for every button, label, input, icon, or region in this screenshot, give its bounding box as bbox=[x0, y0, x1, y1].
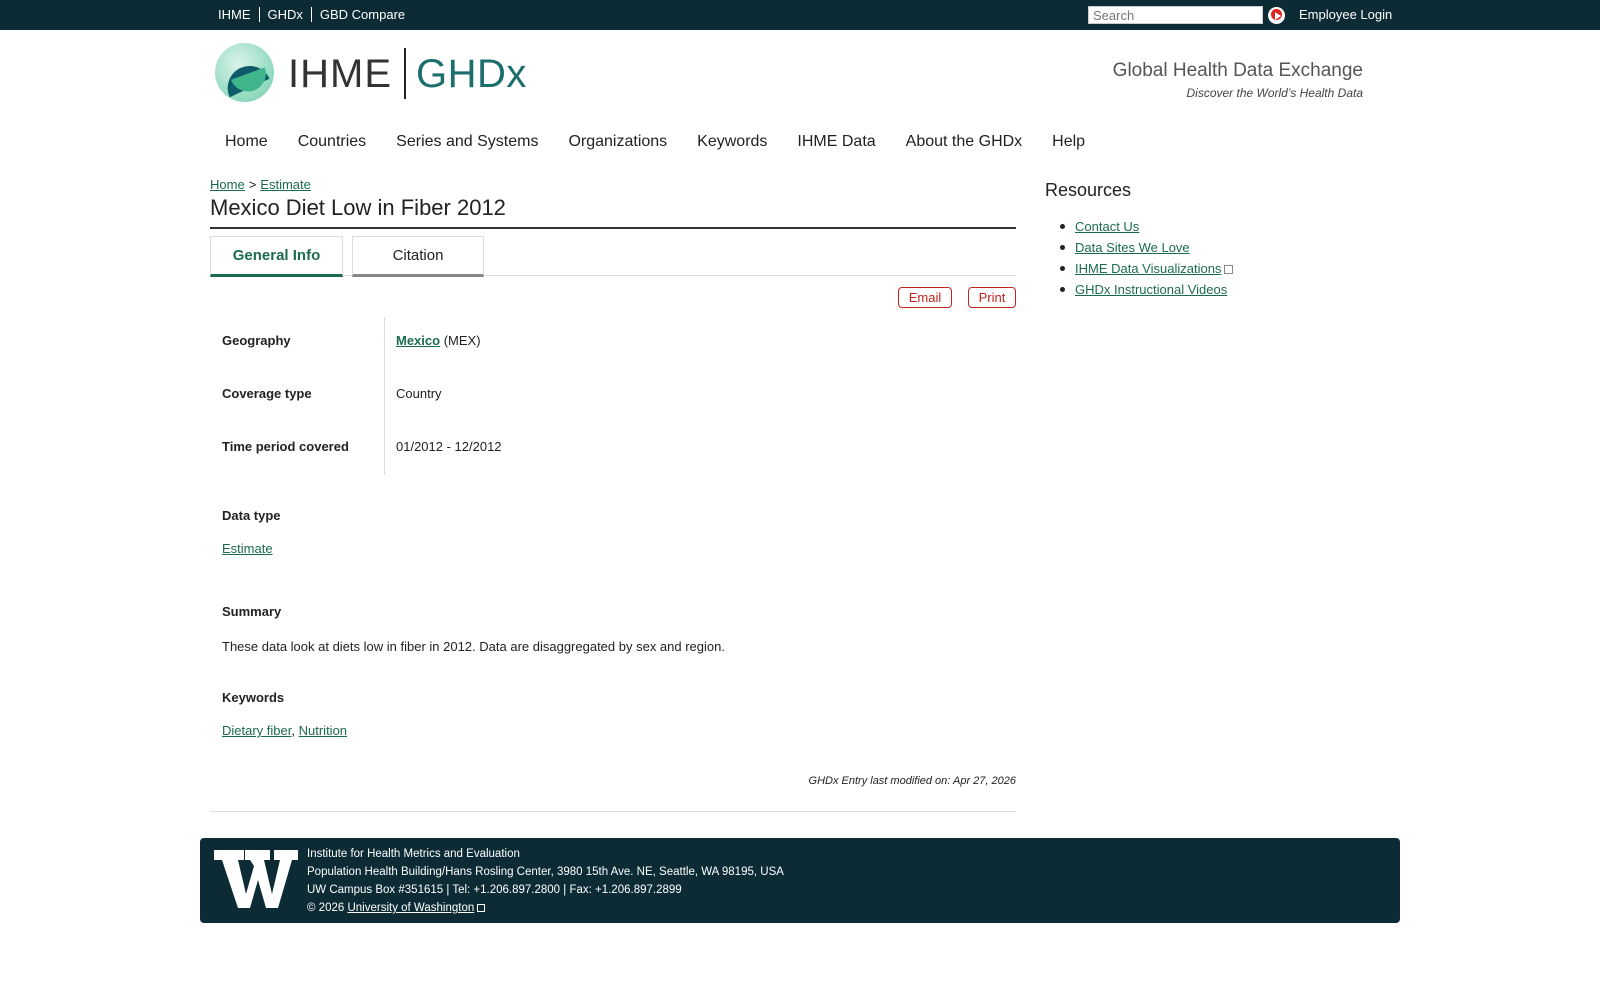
time-period-value: 01/2012 - 12/2012 bbox=[396, 439, 502, 454]
top-links: IHME GHDx GBD Compare bbox=[218, 7, 413, 22]
resource-item: GHDx Instructional Videos bbox=[1060, 279, 1233, 300]
external-link-icon bbox=[1224, 265, 1234, 274]
site-subtagline: Discover the World’s Health Data bbox=[1186, 86, 1363, 100]
nav-organizations[interactable]: Organizations bbox=[568, 133, 667, 151]
keyword-link-nutrition[interactable]: Nutrition bbox=[299, 723, 347, 738]
breadcrumb-home[interactable]: Home bbox=[210, 177, 245, 192]
footer-text: Institute for Health Metrics and Evaluat… bbox=[307, 845, 784, 917]
geography-label: Geography bbox=[222, 333, 291, 348]
resource-link-data-sites[interactable]: Data Sites We Love bbox=[1075, 240, 1190, 255]
summary-label: Summary bbox=[222, 604, 282, 619]
geography-row: Geography Mexico (MEX) bbox=[210, 317, 1016, 370]
resource-item: IHME Data Visualizations bbox=[1060, 258, 1234, 279]
data-type-label: Data type bbox=[222, 508, 281, 523]
resource-item: Data Sites We Love bbox=[1060, 237, 1233, 258]
uw-w-logo-icon[interactable] bbox=[214, 844, 298, 914]
main-nav: Home Countries Series and Systems Organi… bbox=[225, 133, 1115, 151]
last-modified: GHDx Entry last modified on: Apr 27, 202… bbox=[808, 775, 1016, 787]
table-divider bbox=[384, 317, 385, 475]
resource-item: Contact Us bbox=[1060, 216, 1233, 237]
logo-divider bbox=[404, 48, 406, 99]
ihme-logo-icon[interactable] bbox=[215, 43, 274, 102]
search-submit-icon[interactable] bbox=[1268, 7, 1285, 24]
nav-keywords[interactable]: Keywords bbox=[697, 133, 767, 151]
footer-org: Institute for Health Metrics and Evaluat… bbox=[307, 848, 520, 860]
tab-citation[interactable]: Citation bbox=[352, 236, 484, 277]
top-bar: IHME GHDx GBD Compare Employee Login bbox=[0, 0, 1600, 30]
site-tagline: Global Health Data Exchange bbox=[1112, 60, 1363, 81]
tab-general-info[interactable]: General Info bbox=[210, 236, 343, 277]
keyword-separator: , bbox=[291, 723, 295, 738]
nav-ihme-data[interactable]: IHME Data bbox=[797, 133, 875, 151]
breadcrumb: Home > Estimate bbox=[210, 177, 311, 192]
keywords-list: Dietary fiber, Nutrition bbox=[222, 723, 347, 738]
footer-address: Population Health Building/Hans Rosling … bbox=[307, 866, 784, 878]
geography-link[interactable]: Mexico bbox=[396, 333, 440, 348]
breadcrumb-estimate[interactable]: Estimate bbox=[260, 177, 311, 192]
breadcrumb-separator: > bbox=[248, 177, 257, 192]
uw-link[interactable]: University of Washington bbox=[347, 902, 474, 914]
keywords-label: Keywords bbox=[222, 690, 285, 705]
resources-list: Contact Us Data Sites We Love IHME Data … bbox=[1060, 216, 1234, 300]
employee-login-link[interactable]: Employee Login bbox=[1299, 7, 1392, 22]
coverage-value: Country bbox=[396, 386, 442, 401]
top-link-gbd-compare[interactable]: GBD Compare bbox=[312, 7, 413, 22]
footer-copyright-line: © 2026 University of Washington bbox=[307, 899, 784, 917]
data-type-link[interactable]: Estimate bbox=[222, 541, 273, 556]
resource-link-videos[interactable]: GHDx Instructional Videos bbox=[1075, 282, 1227, 297]
content-divider bbox=[210, 811, 1016, 812]
coverage-label: Coverage type bbox=[222, 386, 312, 401]
time-period-row: Time period covered 01/2012 - 12/2012 bbox=[210, 423, 1016, 476]
nav-help[interactable]: Help bbox=[1052, 133, 1085, 151]
logo-ihme-text[interactable]: IHME bbox=[288, 52, 392, 97]
top-link-ghdx[interactable]: GHDx bbox=[260, 7, 312, 22]
geography-value: Mexico (MEX) bbox=[396, 333, 481, 348]
data-type-value: Estimate bbox=[222, 541, 273, 556]
external-link-icon bbox=[477, 904, 486, 912]
nav-about-ghdx[interactable]: About the GHDx bbox=[906, 133, 1023, 151]
nav-home[interactable]: Home bbox=[225, 133, 268, 151]
print-button[interactable]: Print bbox=[968, 287, 1016, 308]
search-input[interactable] bbox=[1088, 6, 1263, 24]
coverage-row: Coverage type Country bbox=[210, 370, 1016, 423]
logo-ghdx-text[interactable]: GHDx bbox=[416, 52, 527, 97]
info-table: Geography Mexico (MEX) Coverage type Cou… bbox=[210, 317, 1016, 476]
footer: Institute for Health Metrics and Evaluat… bbox=[200, 838, 1400, 923]
geography-code: (MEX) bbox=[443, 333, 481, 348]
top-link-ihme[interactable]: IHME bbox=[218, 7, 260, 22]
footer-contact: UW Campus Box #351615 | Tel: +1.206.897.… bbox=[307, 884, 682, 896]
page-title: Mexico Diet Low in Fiber 2012 bbox=[210, 195, 1016, 229]
summary-text: These data look at diets low in fiber in… bbox=[222, 639, 725, 654]
keyword-link-dietary-fiber[interactable]: Dietary fiber bbox=[222, 723, 291, 738]
footer-copyright: © 2026 bbox=[307, 902, 345, 914]
resource-link-contact-us[interactable]: Contact Us bbox=[1075, 219, 1139, 234]
email-button[interactable]: Email bbox=[898, 287, 952, 308]
time-period-label: Time period covered bbox=[222, 439, 349, 454]
resource-link-ihme-viz[interactable]: IHME Data Visualizations bbox=[1075, 261, 1221, 276]
nav-series-and-systems[interactable]: Series and Systems bbox=[396, 133, 538, 151]
resources-title: Resources bbox=[1045, 180, 1132, 200]
nav-countries[interactable]: Countries bbox=[298, 133, 366, 151]
